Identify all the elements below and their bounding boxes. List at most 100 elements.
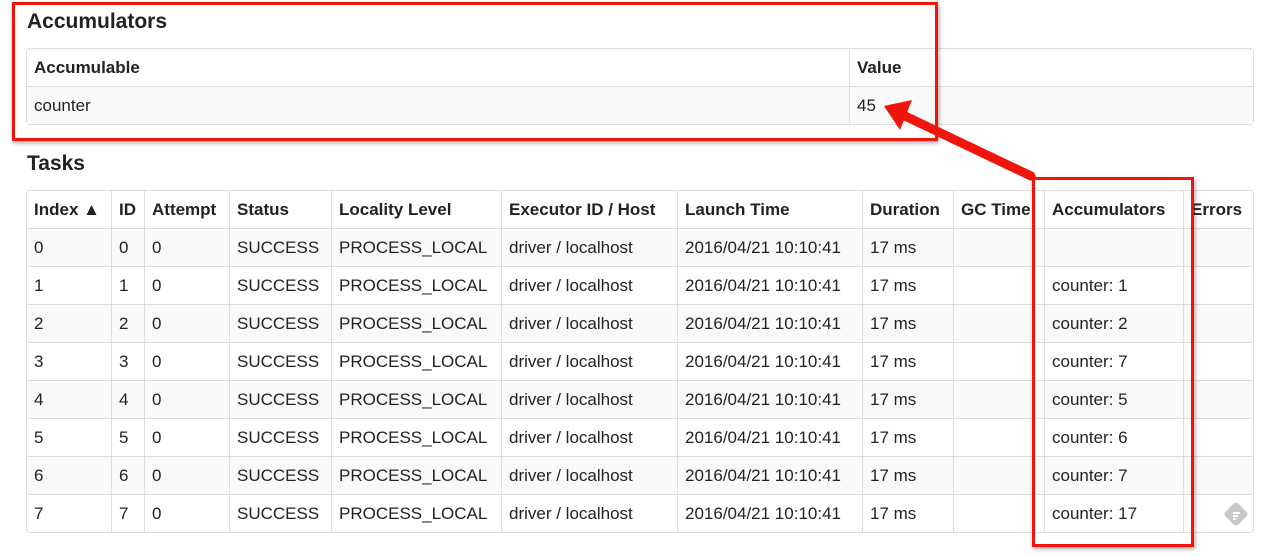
column-header-errors[interactable]: Errors (1183, 191, 1253, 228)
cell-accumulators: counter: 2 (1044, 304, 1183, 342)
cell-executor-host: driver / localhost (501, 266, 677, 304)
cell-executor-host: driver / localhost (501, 418, 677, 456)
cell-accumulators: counter: 17 (1044, 494, 1183, 532)
cell-locality-level: PROCESS_LOCAL (331, 494, 501, 532)
cell-index: 2 (27, 304, 111, 342)
accumulable-value: 45 (849, 86, 1253, 124)
cell-gc-time (953, 342, 1044, 380)
cell-index: 4 (27, 380, 111, 418)
cell-status: SUCCESS (229, 494, 331, 532)
table-row: 2 2 0 SUCCESS PROCESS_LOCAL driver / localhos… (27, 304, 1253, 342)
cell-locality-level: PROCESS_LOCAL (331, 342, 501, 380)
cell-accumulators: counter: 7 (1044, 342, 1183, 380)
cell-status: SUCCESS (229, 304, 331, 342)
cell-status: SUCCESS (229, 418, 331, 456)
column-header-executor-id-host[interactable]: Executor ID / Host (501, 191, 677, 228)
cell-locality-level: PROCESS_LOCAL (331, 418, 501, 456)
cell-launch-time: 2016/04/21 10:10:41 (677, 380, 862, 418)
cell-launch-time: 2016/04/21 10:10:41 (677, 228, 862, 266)
column-header-launch-time[interactable]: Launch Time (677, 191, 862, 228)
column-header-index[interactable]: Index ▲ (27, 191, 111, 228)
cell-id: 4 (111, 380, 144, 418)
cell-locality-level: PROCESS_LOCAL (331, 456, 501, 494)
table-row: 0 0 0 SUCCESS PROCESS_LOCAL driver / localhos… (27, 228, 1253, 266)
cell-index: 0 (27, 228, 111, 266)
column-header-duration[interactable]: Duration (862, 191, 953, 228)
cell-accumulators: counter: 5 (1044, 380, 1183, 418)
cell-launch-time: 2016/04/21 10:10:41 (677, 266, 862, 304)
cell-executor-host: driver / localhost (501, 456, 677, 494)
cell-launch-time: 2016/04/21 10:10:41 (677, 342, 862, 380)
tasks-table: Index ▲ ID Attempt Status Locality Level Exec… (26, 190, 1254, 533)
table-row: 5 5 0 SUCCESS PROCESS_LOCAL driver / localhos… (27, 418, 1253, 456)
cell-errors (1183, 456, 1253, 494)
cell-executor-host: driver / localhost (501, 380, 677, 418)
cell-executor-host: driver / localhost (501, 228, 677, 266)
cell-duration: 17 ms (862, 418, 953, 456)
cell-id: 6 (111, 456, 144, 494)
cell-status: SUCCESS (229, 456, 331, 494)
cell-id: 5 (111, 418, 144, 456)
cell-index: 3 (27, 342, 111, 380)
cell-attempt: 0 (144, 380, 229, 418)
cell-executor-host: driver / localhost (501, 494, 677, 532)
cell-attempt: 0 (144, 266, 229, 304)
cell-locality-level: PROCESS_LOCAL (331, 380, 501, 418)
cell-locality-level: PROCESS_LOCAL (331, 266, 501, 304)
cell-duration: 17 ms (862, 380, 953, 418)
cell-attempt: 0 (144, 342, 229, 380)
column-header-accumulable[interactable]: Accumulable (27, 49, 849, 86)
column-header-accumulators[interactable]: Accumulators (1044, 191, 1183, 228)
cell-duration: 17 ms (862, 266, 953, 304)
tasks-title: Tasks (27, 152, 85, 175)
column-header-attempt[interactable]: Attempt (144, 191, 229, 228)
cell-gc-time (953, 304, 1044, 342)
cell-status: SUCCESS (229, 228, 331, 266)
cell-index: 1 (27, 266, 111, 304)
cell-launch-time: 2016/04/21 10:10:41 (677, 418, 862, 456)
cell-id: 0 (111, 228, 144, 266)
cell-gc-time (953, 266, 1044, 304)
cell-status: SUCCESS (229, 266, 331, 304)
table-row: 4 4 0 SUCCESS PROCESS_LOCAL driver / localhos… (27, 380, 1253, 418)
cell-gc-time (953, 456, 1044, 494)
cell-gc-time (953, 228, 1044, 266)
cell-index: 5 (27, 418, 111, 456)
cell-index: 6 (27, 456, 111, 494)
cell-gc-time (953, 494, 1044, 532)
cell-attempt: 0 (144, 228, 229, 266)
cell-locality-level: PROCESS_LOCAL (331, 304, 501, 342)
cell-locality-level: PROCESS_LOCAL (331, 228, 501, 266)
cell-id: 2 (111, 304, 144, 342)
column-header-status[interactable]: Status (229, 191, 331, 228)
cell-launch-time: 2016/04/21 10:10:41 (677, 494, 862, 532)
cell-errors (1183, 228, 1253, 266)
cell-index: 7 (27, 494, 111, 532)
cell-executor-host: driver / localhost (501, 342, 677, 380)
cell-status: SUCCESS (229, 342, 331, 380)
cell-duration: 17 ms (862, 304, 953, 342)
cell-accumulators: counter: 1 (1044, 266, 1183, 304)
cell-id: 1 (111, 266, 144, 304)
table-row: 6 6 0 SUCCESS PROCESS_LOCAL driver / localhos… (27, 456, 1253, 494)
cell-status: SUCCESS (229, 380, 331, 418)
table-row: counter 45 (27, 86, 1253, 124)
cell-accumulators (1044, 228, 1183, 266)
cell-duration: 17 ms (862, 456, 953, 494)
cell-accumulators: counter: 6 (1044, 418, 1183, 456)
cell-attempt: 0 (144, 494, 229, 532)
cell-id: 3 (111, 342, 144, 380)
column-header-value[interactable]: Value (849, 49, 1253, 86)
table-row: 3 3 0 SUCCESS PROCESS_LOCAL driver / localhos… (27, 342, 1253, 380)
cell-errors (1183, 418, 1253, 456)
column-header-locality-level[interactable]: Locality Level (331, 191, 501, 228)
cell-errors (1183, 266, 1253, 304)
column-header-gc-time[interactable]: GC Time (953, 191, 1044, 228)
cell-launch-time: 2016/04/21 10:10:41 (677, 456, 862, 494)
column-header-id[interactable]: ID (111, 191, 144, 228)
cell-launch-time: 2016/04/21 10:10:41 (677, 304, 862, 342)
feedly-icon[interactable] (1222, 500, 1250, 528)
cell-duration: 17 ms (862, 342, 953, 380)
cell-errors (1183, 304, 1253, 342)
accumulators-table: Accumulable Value counter 45 (26, 48, 1254, 125)
